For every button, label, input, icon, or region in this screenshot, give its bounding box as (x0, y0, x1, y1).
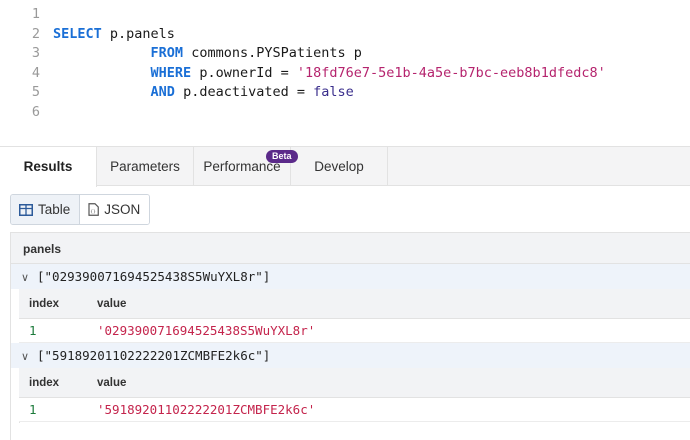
chevron-down-icon[interactable]: ∨ (21, 344, 37, 369)
tab-performance[interactable]: Performance Beta (194, 147, 298, 186)
tab-results-label: Results (23, 159, 73, 174)
code-line[interactable]: 6 (0, 103, 690, 122)
table-view-button[interactable]: Table (11, 195, 81, 224)
json-view-button[interactable]: {} JSON (80, 195, 150, 224)
chevron-down-icon[interactable]: ∨ (21, 265, 37, 290)
sql-keyword: SELECT (53, 25, 102, 42)
svg-text:{}: {} (90, 209, 96, 215)
group-row[interactable]: ∨ ["029390071694525438S5WuYXL8r"] (11, 264, 690, 289)
sub-column-index: index (29, 298, 60, 310)
line-number: 1 (31, 6, 40, 22)
line-number: 2 (31, 25, 40, 42)
tab-develop[interactable]: Develop (291, 147, 388, 186)
sql-keyword: AND (150, 84, 175, 100)
group-row[interactable]: ∨ ["59189201102222201ZCMBFE2k6c"] (11, 343, 690, 368)
tab-results[interactable]: Results (0, 147, 97, 187)
json-view-label: JSON (104, 202, 141, 217)
sql-token: p.deactivated = (174, 84, 314, 100)
code-text: WHERE p.ownerId = '18fd76e7-5e1b-4a5e-b7… (53, 64, 606, 83)
sub-column-value: value (97, 298, 127, 310)
table-icon (19, 203, 33, 216)
code-text: SELECT p.panels (53, 25, 175, 44)
sql-token: p.panels (101, 25, 175, 42)
code-line[interactable]: 4 WHERE p.ownerId = '18fd76e7-5e1b-4a5e-… (0, 64, 690, 83)
group-label: ["029390071694525438S5WuYXL8r"] (37, 269, 271, 284)
sql-token: p.ownerId = (191, 64, 297, 81)
code-line[interactable]: 5 AND p.deactivated = false (0, 83, 690, 102)
sub-table-header: index value (19, 368, 690, 398)
sql-literal: false (313, 84, 354, 100)
group-label: ["59189201102222201ZCMBFE2k6c"] (37, 348, 271, 363)
table-row: 1 '59189201102222201ZCMBFE2k6c' (19, 398, 690, 422)
column-header-panels: panels (11, 232, 690, 264)
sql-keyword: FROM (150, 45, 184, 61)
sub-column-value: value (97, 377, 127, 389)
results-table: panels ∨ ["029390071694525438S5WuYXL8r"] … (10, 232, 690, 440)
sql-token: commons.PYSPatients p (183, 45, 362, 61)
line-number: 3 (31, 45, 40, 61)
view-toggle: Table {} JSON (10, 194, 151, 225)
row-value: '029390071694525438S5WuYXL8r' (97, 323, 316, 338)
tab-parameters-label: Parameters (110, 159, 180, 174)
table-view-label: Table (38, 202, 71, 217)
row-value: '59189201102222201ZCMBFE2k6c' (97, 402, 316, 417)
sql-keyword: WHERE (150, 64, 192, 81)
table-row: 1 '029390071694525438S5WuYXL8r' (19, 319, 690, 343)
code-text: AND p.deactivated = false (53, 83, 354, 102)
code-line[interactable]: 3 FROM commons.PYSPatients p (0, 44, 690, 63)
code-line[interactable]: 2 SELECT p.panels (0, 25, 690, 44)
line-number: 6 (31, 103, 40, 120)
tab-develop-label: Develop (314, 159, 364, 174)
json-file-icon: {} (88, 203, 100, 216)
sub-column-index: index (29, 377, 60, 389)
sql-editor[interactable]: 1 2 SELECT p.panels 3 FROM commons.PYSPatie… (0, 0, 690, 146)
code-text: FROM commons.PYSPatients p (53, 44, 362, 63)
sub-table-header: index value (19, 289, 690, 319)
sql-string: '18fd76e7-5e1b-4a5e-b7bc-eeb8b1dfedc8' (296, 64, 606, 81)
code-line[interactable]: 1 (0, 5, 690, 24)
row-index: 1 (29, 402, 37, 417)
tab-parameters[interactable]: Parameters (97, 147, 194, 186)
row-index: 1 (29, 323, 37, 338)
result-tabs: Results Parameters Performance Beta Deve… (0, 146, 690, 187)
line-number: 4 (31, 64, 40, 81)
line-number: 5 (31, 84, 40, 100)
results-panel: Table {} JSON panels ∨ ["0293900716945254… (0, 187, 690, 440)
